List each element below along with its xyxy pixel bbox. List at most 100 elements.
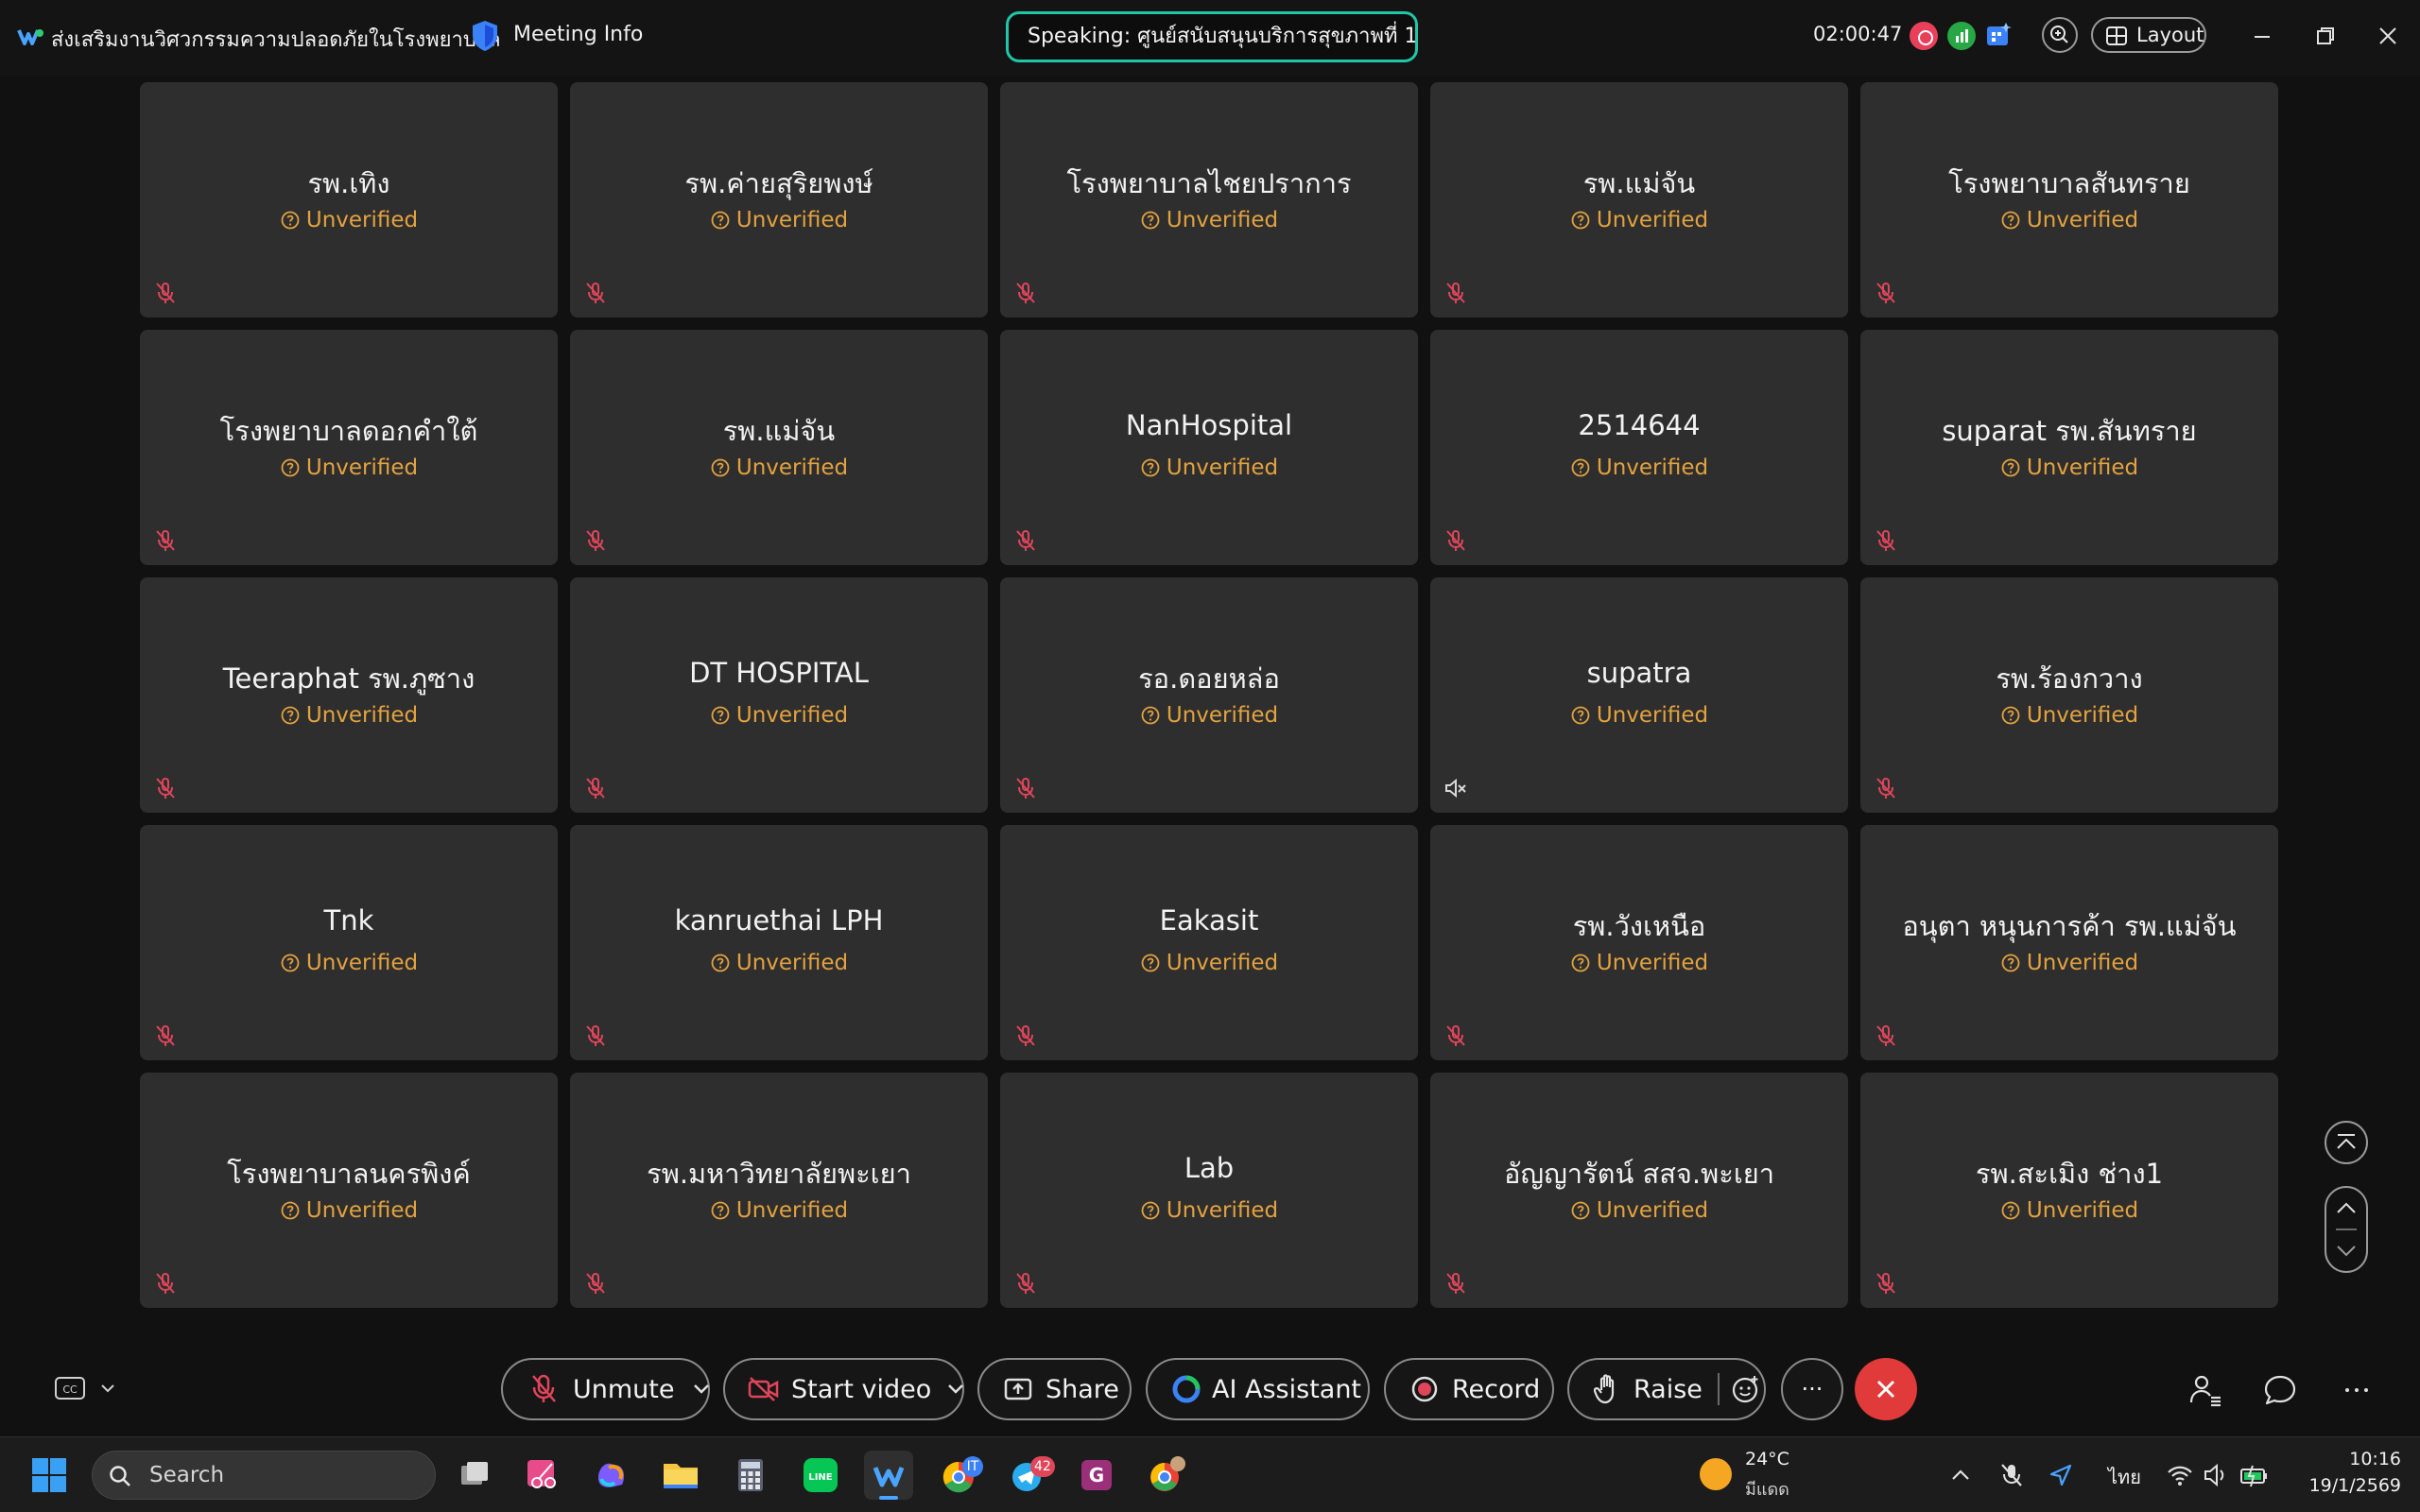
participant-tile[interactable]: Lab Unverified — [1000, 1073, 1418, 1308]
info-icon — [710, 1200, 731, 1221]
network-status-icon[interactable] — [1947, 22, 1976, 50]
participant-tile[interactable]: kanruethai LPH Unverified — [570, 825, 988, 1060]
weather-temperature[interactable]: 24°C — [1745, 1449, 1789, 1469]
raise-hand-button[interactable]: Raise — [1567, 1358, 1766, 1420]
calculator-icon[interactable] — [726, 1451, 775, 1500]
clock-time[interactable]: 10:16 — [2341, 1449, 2401, 1469]
ai-assistant-button[interactable]: AI Assistant — [1146, 1358, 1370, 1420]
verification-status: Unverified — [140, 1198, 558, 1223]
unmute-button[interactable]: Unmute — [501, 1358, 710, 1420]
zoom-icon[interactable] — [2042, 17, 2078, 53]
wifi-icon[interactable] — [2165, 1460, 2195, 1490]
participant-name: รพ.มหาวิทยาลัยพะเยา — [647, 1158, 911, 1190]
page-scroller[interactable] — [2325, 1186, 2368, 1273]
line-app-icon[interactable]: LINE — [796, 1451, 845, 1500]
participant-tile[interactable]: รพ.เทิง Unverified — [140, 82, 558, 318]
participant-tile[interactable]: Eakasit Unverified — [1000, 825, 1418, 1060]
volume-icon[interactable] — [2201, 1460, 2231, 1490]
telegram-taskbar-button[interactable]: 42 — [1004, 1451, 1055, 1500]
recording-status-icon[interactable] — [1910, 22, 1938, 50]
page-down-icon[interactable] — [2337, 1246, 2356, 1257]
reaction-emoji-icon[interactable] — [1731, 1374, 1761, 1404]
participant-tile[interactable]: รพ.ค่ายสุริยพงษ์ Unverified — [570, 82, 988, 318]
share-button[interactable]: Share — [977, 1358, 1132, 1420]
info-icon — [1570, 210, 1591, 231]
webex-taskbar-button[interactable] — [864, 1451, 913, 1500]
info-icon — [2000, 705, 2021, 726]
participant-tile[interactable]: รพ.สะเมิง ช่าง1 Unverified — [1860, 1073, 2278, 1308]
verification-status: Unverified — [140, 455, 558, 480]
location-icon[interactable] — [2046, 1460, 2076, 1490]
more-icon[interactable] — [2339, 1372, 2375, 1408]
participants-icon[interactable] — [2187, 1372, 2223, 1408]
verification-status: Unverified — [570, 1198, 988, 1223]
participant-name: โรงพยาบาลดอกคำใต้ — [219, 415, 478, 447]
record-button[interactable]: Record — [1384, 1358, 1554, 1420]
participant-tile[interactable]: โรงพยาบาลสันทราย Unverified — [1860, 82, 2278, 318]
clock-date[interactable]: 19/1/2569 — [2291, 1475, 2401, 1496]
participant-tile[interactable]: อัญญารัตน์ สสจ.พะเยา Unverified — [1430, 1073, 1848, 1308]
chevron-up-icon[interactable] — [1945, 1460, 1976, 1490]
weather-condition[interactable]: มีแดด — [1745, 1475, 1789, 1503]
info-icon — [1140, 1200, 1161, 1221]
status-label: Unverified — [1596, 951, 1709, 975]
participant-tile[interactable]: suparat รพ.สันทราย Unverified — [1860, 330, 2278, 565]
participant-tile[interactable]: โรงพยาบาลนครพิงค์ Unverified — [140, 1073, 558, 1308]
minimize-icon[interactable] — [2245, 19, 2279, 53]
chat-icon[interactable] — [2262, 1372, 2298, 1408]
status-label: Unverified — [2026, 703, 2139, 728]
restore-icon[interactable] — [2308, 19, 2342, 53]
chevron-down-icon[interactable] — [946, 1383, 965, 1396]
chevron-down-icon[interactable] — [692, 1383, 711, 1396]
page-up-icon[interactable] — [2337, 1202, 2356, 1213]
input-language[interactable]: ไทย — [2108, 1462, 2141, 1492]
start-video-button[interactable]: Start video — [723, 1358, 964, 1420]
windows-start-icon[interactable] — [30, 1456, 68, 1494]
participant-tile[interactable]: รพ.ร้องกวาง Unverified — [1860, 577, 2278, 813]
pdf-editor-icon[interactable]: G — [1072, 1451, 1121, 1500]
chrome-taskbar-button[interactable]: IT — [934, 1451, 983, 1500]
weather-sun-icon[interactable] — [1700, 1458, 1732, 1490]
participant-tile[interactable]: รอ.ดอยหล่อ Unverified — [1000, 577, 1418, 813]
info-icon — [710, 457, 731, 478]
status-label: Unverified — [1596, 455, 1709, 480]
more-options-button[interactable]: ··· — [1781, 1358, 1843, 1420]
scroll-to-top-button[interactable] — [2325, 1121, 2368, 1164]
participant-tile[interactable]: รพ.มหาวิทยาลัยพะเยา Unverified — [570, 1073, 988, 1308]
battery-icon[interactable] — [2238, 1460, 2269, 1490]
file-explorer-icon[interactable] — [656, 1451, 705, 1500]
participant-tile[interactable]: รพ.แม่จัน Unverified — [570, 330, 988, 565]
participant-tile[interactable]: 2514644 Unverified — [1430, 330, 1848, 565]
status-label: Unverified — [735, 208, 849, 232]
participant-tile[interactable]: โรงพยาบาลดอกคำใต้ Unverified — [140, 330, 558, 565]
participant-tile[interactable]: รพ.วังเหนือ Unverified — [1430, 825, 1848, 1060]
apps-icon[interactable] — [1985, 21, 2014, 49]
verification-status: Unverified — [1860, 208, 2278, 232]
status-label: Unverified — [1596, 703, 1709, 728]
participant-tile[interactable]: โรงพยาบาลไชยปราการ Unverified — [1000, 82, 1418, 318]
participant-tile[interactable]: supatra Unverified — [1430, 577, 1848, 813]
captions-button[interactable]: CC — [53, 1372, 123, 1406]
unmute-label: Unmute — [573, 1374, 675, 1404]
meeting-info-link[interactable]: Meeting Info — [513, 23, 643, 46]
participant-name: kanruethai LPH — [674, 904, 884, 936]
task-view-icon[interactable] — [450, 1451, 499, 1500]
mic-muted-icon — [153, 1023, 178, 1048]
layout-button[interactable]: Layout — [2091, 17, 2206, 53]
leave-meeting-button[interactable] — [1855, 1358, 1917, 1420]
participant-tile[interactable]: DT HOSPITAL Unverified — [570, 577, 988, 813]
snipping-tool-icon[interactable] — [518, 1451, 567, 1500]
taskbar-search[interactable]: Search — [92, 1451, 436, 1500]
participant-tile[interactable]: NanHospital Unverified — [1000, 330, 1418, 565]
copilot-icon[interactable] — [586, 1451, 635, 1500]
participant-tile[interactable]: รพ.แม่จัน Unverified — [1430, 82, 1848, 318]
chrome-profile-icon[interactable] — [1142, 1451, 1191, 1500]
webex-icon — [873, 1467, 905, 1487]
participant-name: รพ.แม่จัน — [722, 415, 836, 447]
close-icon[interactable] — [2371, 19, 2405, 53]
participant-tile[interactable]: อนุตา หนุนการค้า รพ.แม่จัน Unverified — [1860, 825, 2278, 1060]
participant-tile[interactable]: Teeraphat รพ.ภูซาง Unverified — [140, 577, 558, 813]
mic-muted-tray-icon[interactable] — [1996, 1460, 2027, 1490]
shield-icon[interactable] — [470, 19, 500, 53]
participant-tile[interactable]: Tnk Unverified — [140, 825, 558, 1060]
